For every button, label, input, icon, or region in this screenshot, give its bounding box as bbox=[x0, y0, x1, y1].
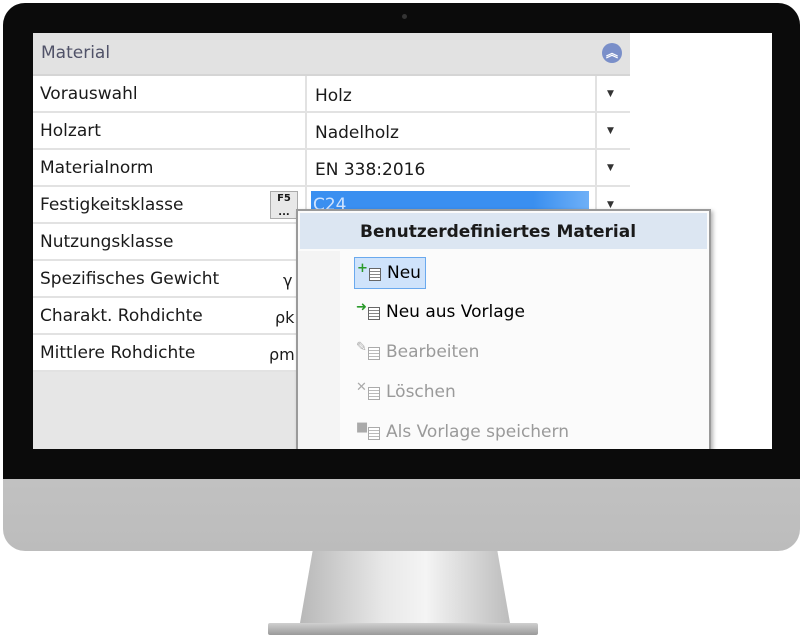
menu-item-label: Neu aus Vorlage bbox=[386, 302, 525, 322]
monitor-stand bbox=[300, 551, 510, 623]
new-from-template-icon: ➜ bbox=[356, 300, 386, 322]
save-icon: ■ bbox=[356, 420, 386, 442]
holzart-select[interactable]: Nadelholz bbox=[305, 113, 597, 148]
row-value: Holz bbox=[315, 86, 352, 106]
row-label: Holzart bbox=[40, 121, 101, 141]
menu-gutter bbox=[298, 251, 340, 449]
menu-title: Benutzerdefiniertes Material bbox=[300, 213, 707, 249]
row-value: Nadelholz bbox=[315, 123, 399, 143]
double-chevron-up-icon[interactable]: ︽ bbox=[602, 43, 622, 63]
row-symbol: ρm bbox=[269, 345, 295, 364]
dropdown-arrow-icon[interactable]: ▼ bbox=[595, 150, 624, 185]
context-menu: Benutzerdefiniertes Material + Neu ➜ Neu a… bbox=[296, 209, 711, 449]
row-label: Materialnorm bbox=[40, 158, 154, 178]
row-label: Vorauswahl bbox=[40, 84, 138, 104]
row-materialnorm: Materialnorm EN 338:2016 ▼ bbox=[33, 150, 630, 187]
row-label: Spezifisches Gewicht bbox=[40, 269, 220, 289]
menu-item-neu-aus-vorlage[interactable]: ➜ Neu aus Vorlage bbox=[354, 297, 529, 327]
menu-item-als-vorlage-speichern[interactable]: ■ Als Vorlage speichern bbox=[354, 417, 573, 447]
dropdown-arrow-icon[interactable]: ▼ bbox=[595, 76, 624, 111]
dropdown-arrow-icon[interactable]: ▼ bbox=[595, 113, 624, 148]
menu-item-loeschen[interactable]: ✕ Löschen bbox=[354, 377, 460, 407]
row-label: Mittlere Rohdichte bbox=[40, 343, 196, 363]
camera bbox=[402, 14, 407, 19]
row-label: Festigkeitsklasse bbox=[40, 195, 184, 215]
row-symbol: ρk bbox=[275, 308, 295, 327]
vorauswahl-select[interactable]: Holz bbox=[305, 76, 597, 111]
delete-icon: ✕ bbox=[356, 380, 386, 402]
f5-button[interactable]: F5... bbox=[270, 191, 298, 219]
monitor-base bbox=[268, 623, 538, 635]
edit-icon: ✎ bbox=[356, 340, 386, 362]
menu-item-neu[interactable]: + Neu bbox=[354, 257, 426, 289]
menu-item-label: Löschen bbox=[386, 382, 456, 402]
menu-item-label: Neu bbox=[387, 263, 421, 283]
f5-label: F5 bbox=[277, 193, 291, 204]
row-label: Charakt. Rohdichte bbox=[40, 306, 203, 326]
row-symbol: γ bbox=[283, 271, 293, 290]
menu-item-label: Als Vorlage speichern bbox=[386, 422, 569, 442]
row-value: EN 338:2016 bbox=[315, 160, 426, 180]
row-label: Nutzungsklasse bbox=[40, 232, 174, 252]
row-holzart: Holzart Nadelholz ▼ bbox=[33, 113, 630, 150]
screen: Material ︽ Vorauswahl Holz ▼ Holzart Nadelh… bbox=[33, 33, 772, 449]
materialnorm-select[interactable]: EN 338:2016 bbox=[305, 150, 597, 185]
menu-item-label: Bearbeiten bbox=[386, 342, 480, 362]
new-icon: + bbox=[357, 261, 387, 283]
menu-item-bearbeiten[interactable]: ✎ Bearbeiten bbox=[354, 337, 483, 367]
panel-title: Material bbox=[41, 43, 111, 63]
row-vorauswahl: Vorauswahl Holz ▼ bbox=[33, 76, 630, 113]
panel-header: Material ︽ bbox=[33, 33, 630, 76]
